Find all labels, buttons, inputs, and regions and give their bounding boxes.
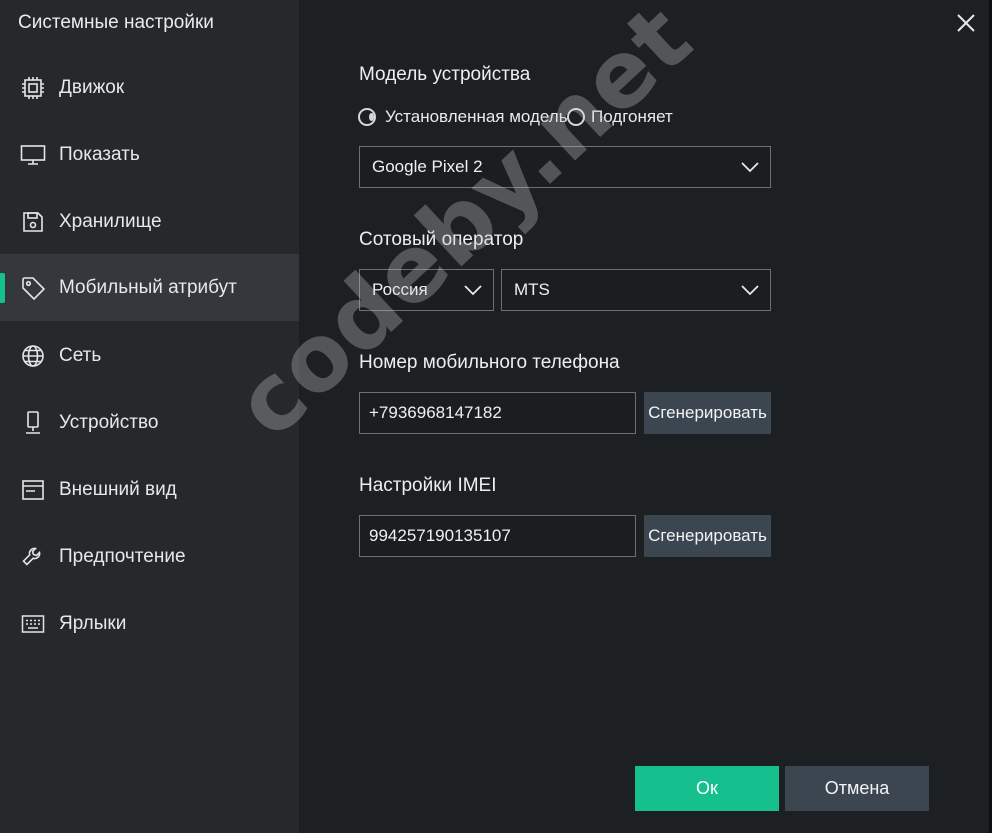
radio-installed-label: Установленная модель [385,107,567,126]
sidebar-item-display[interactable]: Показать [0,121,299,188]
country-value: Россия [372,280,428,299]
phone-title: Номер мобильного телефона [359,352,620,373]
phone-number-value: +7936968147182 [369,403,502,422]
radio-custom-label: Подгоняет [591,107,673,126]
save-icon [20,209,46,235]
device-model-title: Модель устройства [359,64,531,85]
monitor-icon [20,142,46,168]
device-icon [20,410,46,436]
sidebar-item-label: Устройство [59,411,159,433]
sidebar-item-preferences[interactable]: Предпочтение [0,523,299,590]
device-model-radio-group: Установленная модель Подгоняет [358,106,673,128]
close-button[interactable] [953,10,979,36]
generate-phone-button[interactable]: Сгенерировать [644,392,771,434]
active-indicator [0,273,5,303]
phone-number-field[interactable]: +7936968147182 [359,392,636,434]
ok-button[interactable]: Ок [635,766,779,811]
tag-icon [20,275,46,301]
window-title: Системные настройки [18,12,214,33]
sidebar-item-label: Внешний вид [59,478,177,500]
close-icon [957,14,975,32]
sidebar-item-mobile-attribute[interactable]: Мобильный атрибут [0,254,299,321]
keyboard-icon [20,611,46,637]
operator-value: MTS [514,280,550,299]
globe-icon [20,343,46,369]
radio-unchecked-icon [567,108,585,126]
imei-title: Настройки IMEI [359,475,497,496]
country-select[interactable]: Россия [359,269,494,311]
generate-imei-button[interactable]: Сгенерировать [644,515,771,557]
sidebar-item-label: Ярлыки [59,612,127,634]
cpu-icon [20,75,46,101]
radio-checked-icon [358,108,376,126]
carrier-title: Сотовый оператор [359,229,524,250]
radio-custom-model[interactable]: Подгоняет [567,107,673,127]
sidebar-item-label: Показать [59,143,140,165]
sidebar-item-storage[interactable]: Хранилище [0,188,299,255]
chevron-down-icon [741,285,759,296]
device-model-value: Google Pixel 2 [372,157,483,176]
sidebar-item-label: Движок [59,76,125,98]
sidebar-item-appearance[interactable]: Внешний вид [0,456,299,523]
cancel-button[interactable]: Отмена [785,766,929,811]
sidebar-item-shortcuts[interactable]: Ярлыки [0,590,299,657]
sidebar-item-label: Хранилище [59,210,162,232]
device-model-select[interactable]: Google Pixel 2 [359,146,771,188]
window-icon [20,477,46,503]
operator-select[interactable]: MTS [501,269,771,311]
chevron-down-icon [741,162,759,173]
radio-installed-model[interactable]: Установленная модель [358,107,567,127]
sidebar-item-label: Мобильный атрибут [59,276,237,298]
sidebar-item-label: Предпочтение [59,545,186,567]
sidebar-item-network[interactable]: Сеть [0,322,299,389]
imei-field[interactable]: 994257190135107 [359,515,636,557]
imei-value: 994257190135107 [369,526,511,545]
wrench-icon [20,544,46,570]
sidebar-item-device[interactable]: Устройство [0,389,299,456]
sidebar: Системные настройки Движок Показать Хран… [0,0,299,833]
chevron-down-icon [464,285,482,296]
sidebar-item-engine[interactable]: Движок [0,54,299,121]
sidebar-item-label: Сеть [59,344,102,366]
